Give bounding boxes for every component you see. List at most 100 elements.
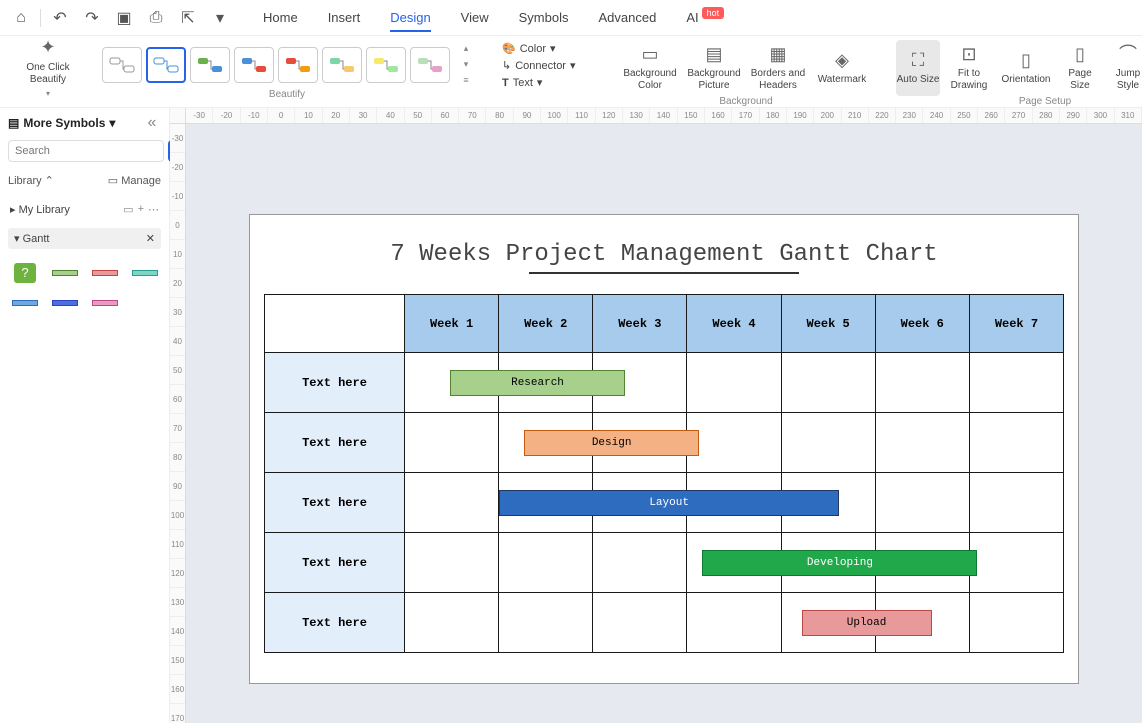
drawing-page[interactable]: 7 Weeks Project Management Gantt Chart W… [249, 214, 1079, 684]
export-icon[interactable]: ⇱ [175, 5, 201, 31]
tab-design[interactable]: Design [376, 4, 444, 31]
week-header[interactable]: Week 4 [687, 295, 781, 353]
week-header[interactable]: Week 2 [499, 295, 593, 353]
color-menu-button[interactable]: 🎨Color ▾ [496, 40, 596, 57]
fit-to-drawing-button[interactable]: ⊡Fit to Drawing [944, 40, 994, 96]
task-label[interactable]: Text here [265, 353, 405, 413]
text-menu-button[interactable]: TText ▾ [496, 74, 596, 91]
palette-icon: 🎨 [502, 42, 516, 55]
theme-scroll-up-icon[interactable]: ▴ [460, 43, 472, 55]
week-header[interactable]: Week 7 [969, 295, 1063, 353]
connector-menu-button[interactable]: ↳Connector ▾ [496, 57, 596, 74]
theme-preset-5[interactable] [278, 47, 318, 83]
week-header[interactable]: Week 3 [593, 295, 687, 353]
page-size-icon: ▯ [1075, 44, 1085, 66]
tab-advanced[interactable]: Advanced [584, 4, 670, 31]
shape-bar-pink[interactable] [88, 291, 122, 315]
theme-preset-7[interactable] [366, 47, 406, 83]
shape-bar-blue-2[interactable] [48, 291, 82, 315]
symbols-icon: ▤ [8, 116, 19, 130]
shape-bar-red[interactable] [88, 261, 122, 285]
save-icon[interactable]: ▣ [111, 5, 137, 31]
bar-research[interactable]: Research [450, 370, 625, 396]
redo-icon[interactable]: ↷ [79, 5, 105, 31]
page-size-button[interactable]: ▯Page Size [1058, 40, 1102, 96]
print-icon[interactable]: ⎙ [143, 5, 169, 31]
jump-style-button[interactable]: ⌒Jump Style [1106, 40, 1142, 96]
task-label[interactable]: Text here [265, 593, 405, 653]
one-click-beautify-button[interactable]: ✦ One Click Beautify ▾ [18, 40, 78, 96]
theme-preset-1[interactable] [102, 47, 142, 83]
task-label[interactable]: Text here [265, 473, 405, 533]
bar-developing[interactable]: Developing [702, 550, 977, 576]
jump-icon: ⌒ [1119, 44, 1137, 66]
ruler-corner [170, 108, 186, 124]
category-gantt-header[interactable]: ▾ Gantt ✕ [8, 228, 161, 249]
chart-title[interactable]: 7 Weeks Project Management Gantt Chart [264, 241, 1064, 268]
collapse-sidebar-icon[interactable]: « [143, 114, 161, 132]
auto-size-icon: ⛶ [912, 50, 925, 72]
my-library-item[interactable]: ▸ My Library ▭ + ⋯ [8, 199, 161, 220]
theme-preset-2[interactable] [146, 47, 186, 83]
picture-icon: ▤ [705, 44, 722, 66]
auto-size-button[interactable]: ⛶Auto Size [896, 40, 940, 96]
theme-preset-4[interactable] [234, 47, 274, 83]
canvas[interactable]: 7 Weeks Project Management Gantt Chart W… [186, 124, 1142, 723]
shape-bar-teal[interactable] [128, 261, 162, 285]
tab-view[interactable]: View [447, 4, 503, 31]
task-label[interactable]: Text here [265, 413, 405, 473]
watermark-icon: ◈ [835, 50, 849, 72]
background-color-button[interactable]: ▭Background Color [620, 40, 680, 96]
connector-icon: ↳ [502, 59, 511, 72]
week-header[interactable]: Week 5 [781, 295, 875, 353]
orientation-icon: ▯ [1021, 50, 1031, 72]
tab-symbols[interactable]: Symbols [505, 4, 583, 31]
borders-headers-button[interactable]: ▦Borders and Headers [748, 40, 808, 96]
hot-badge: hot [702, 7, 725, 19]
shape-help[interactable]: ? [8, 261, 42, 285]
sidebar-title[interactable]: ▤More Symbols ▾ [8, 116, 115, 130]
tab-home[interactable]: Home [249, 4, 312, 31]
gantt-header-row: Week 1 Week 2 Week 3 Week 4 Week 5 Week … [265, 295, 1064, 353]
gantt-table[interactable]: Week 1 Week 2 Week 3 Week 4 Week 5 Week … [264, 294, 1064, 653]
theme-preset-6[interactable] [322, 47, 362, 83]
ruler-vertical: -30-20-100102030405060708090100110120130… [170, 124, 186, 723]
week-header[interactable]: Week 1 [405, 295, 499, 353]
gantt-row[interactable]: Text here Research [265, 353, 1064, 413]
task-label[interactable]: Text here [265, 533, 405, 593]
undo-icon[interactable]: ↶ [47, 5, 73, 31]
theme-preset-3[interactable] [190, 47, 230, 83]
gantt-row[interactable]: Text here Design [265, 413, 1064, 473]
more-icon[interactable]: ⋯ [148, 203, 159, 216]
quickaccess-more-icon[interactable]: ▾ [207, 5, 233, 31]
title-underline [529, 272, 799, 274]
background-picture-button[interactable]: ▤Background Picture [684, 40, 744, 96]
gantt-row[interactable]: Text here Layout [265, 473, 1064, 533]
ribbon-group-pagesetup-label: Page Setup [1019, 96, 1071, 107]
close-category-icon[interactable]: ✕ [146, 232, 155, 245]
bar-upload[interactable]: Upload [802, 610, 932, 636]
shape-bar-green[interactable] [48, 261, 82, 285]
watermark-button[interactable]: ◈Watermark [812, 40, 872, 96]
borders-icon: ▦ [769, 44, 786, 66]
search-input[interactable] [8, 140, 164, 162]
week-header[interactable]: Week 6 [875, 295, 969, 353]
gantt-row[interactable]: Text here Upload [265, 593, 1064, 653]
theme-scroll-down-icon[interactable]: ▾ [460, 59, 472, 71]
new-folder-icon[interactable]: ▭ [123, 203, 133, 216]
bar-design[interactable]: Design [524, 430, 699, 456]
shape-bar-blue-1[interactable] [8, 291, 42, 315]
home-icon[interactable]: ⌂ [8, 5, 34, 31]
tab-insert[interactable]: Insert [314, 4, 375, 31]
manage-link[interactable]: ▭ Manage [108, 174, 161, 187]
bar-layout[interactable]: Layout [499, 490, 839, 516]
fit-icon: ⊡ [961, 44, 976, 66]
add-icon[interactable]: + [138, 203, 144, 216]
ruler-horizontal: -30-20-100102030405060708090100110120130… [186, 108, 1142, 124]
theme-preset-8[interactable] [410, 47, 450, 83]
tab-ai[interactable]: AIhot [672, 4, 738, 31]
library-label: Library ⌃ [8, 174, 54, 187]
gantt-row[interactable]: Text here Developing [265, 533, 1064, 593]
orientation-button[interactable]: ▯Orientation [998, 40, 1054, 96]
theme-expand-icon[interactable]: ≡ [460, 75, 472, 87]
